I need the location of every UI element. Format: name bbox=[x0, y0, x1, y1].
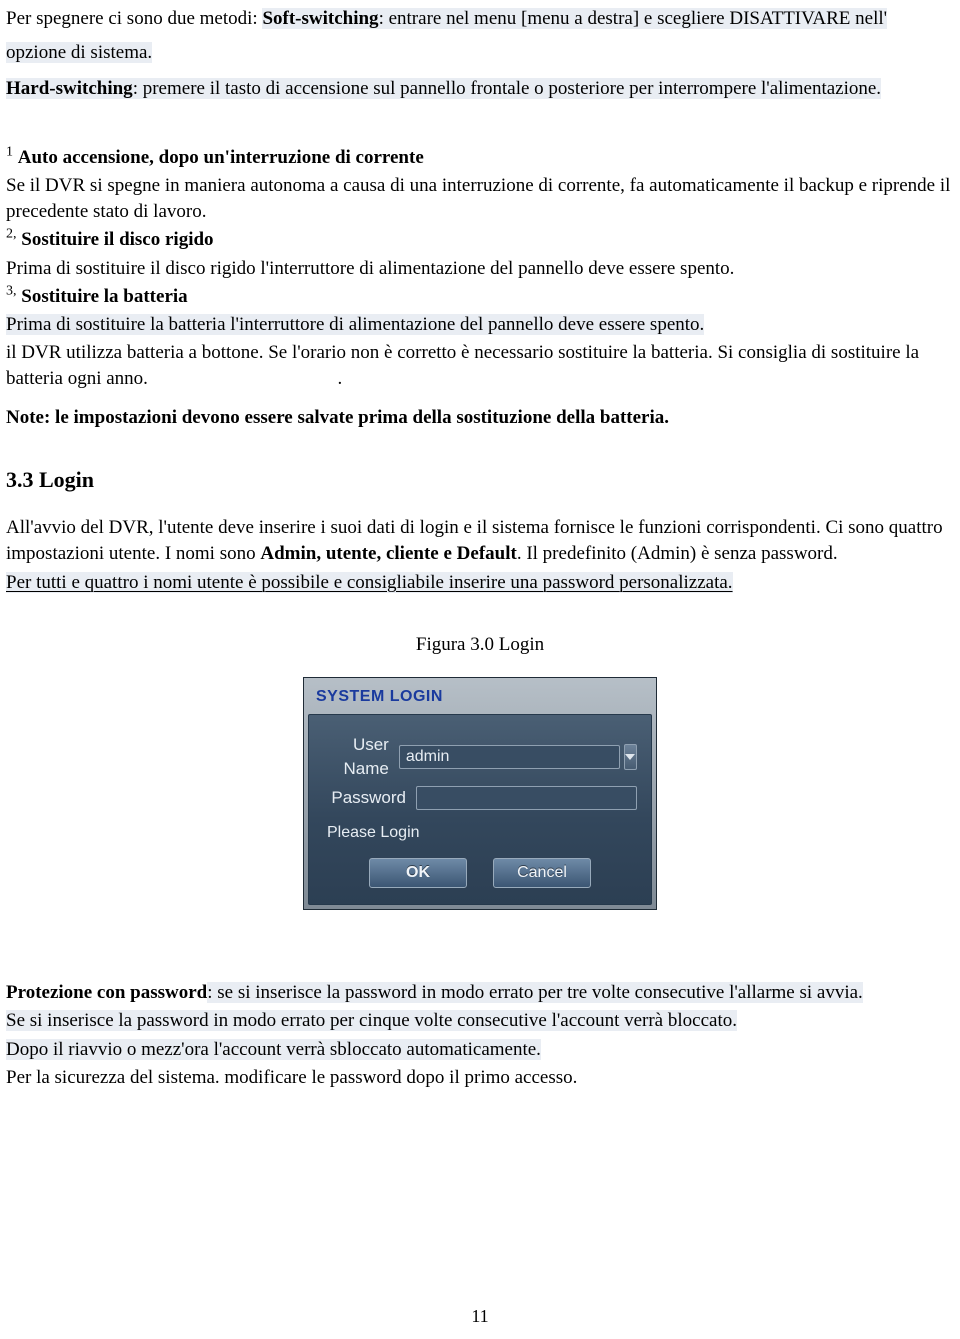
login-desc-text-2: . Il predefinito (Admin) è senza passwor… bbox=[517, 543, 838, 564]
chevron-down-icon bbox=[625, 754, 635, 760]
login-dialog-wrapper: SYSTEM LOGIN User Name Password Please L… bbox=[6, 677, 954, 910]
please-login-text: Please Login bbox=[323, 816, 637, 854]
item-3-body-a: Prima di sostituire la batteria l'interr… bbox=[6, 312, 954, 338]
shutdown-intro: Per spegnere ci sono due metodi: bbox=[6, 8, 262, 29]
password-protection-block: Protezione con password: se si inserisce… bbox=[6, 980, 954, 1091]
section-3-3-title: 3.3 Login bbox=[6, 465, 954, 495]
item-1-title: Auto accensione, dopo un'interruzione di… bbox=[18, 147, 424, 168]
hard-switching-text: : premere il tasto di accensione sul pan… bbox=[133, 78, 881, 99]
item-2: 2, Sostituire il disco rigido Prima di s… bbox=[6, 227, 954, 281]
protection-line-4: Per la sicurezza del sistema. modificare… bbox=[6, 1065, 954, 1091]
item-3-number: 3, bbox=[6, 283, 17, 298]
login-desc-names: Admin, utente, cliente e Default bbox=[260, 543, 516, 564]
password-label: Password bbox=[323, 786, 416, 809]
soft-switching-text-2: opzione di sistema. bbox=[6, 42, 152, 63]
login-desc-text-3: Per tutti e quattro i nomi utente è poss… bbox=[6, 572, 733, 593]
item-2-heading: 2, Sostituire il disco rigido bbox=[6, 227, 954, 253]
item-3-heading: 3, Sostituire la batteria bbox=[6, 284, 954, 310]
item-1: 1 Auto accensione, dopo un'interruzione … bbox=[6, 145, 954, 226]
item-1-heading: 1 Auto accensione, dopo un'interruzione … bbox=[6, 145, 954, 171]
login-description-2: Per tutti e quattro i nomi utente è poss… bbox=[6, 570, 954, 596]
login-dialog: SYSTEM LOGIN User Name Password Please L… bbox=[303, 677, 657, 910]
protection-sentence-1: : se si inserisce la password in modo er… bbox=[207, 982, 863, 1003]
username-label: User Name bbox=[323, 733, 399, 780]
username-input[interactable] bbox=[399, 745, 620, 769]
item-2-number: 2, bbox=[6, 227, 17, 242]
protection-sentence-3: Dopo il riavvio o mezz'ora l'account ver… bbox=[6, 1039, 541, 1060]
soft-switching-label: Soft-switching bbox=[262, 8, 378, 29]
username-row: User Name bbox=[323, 733, 637, 780]
username-dropdown-button[interactable] bbox=[624, 744, 637, 770]
login-dialog-title: SYSTEM LOGIN bbox=[308, 682, 652, 714]
protection-sentence-2: Se si inserisce la password in modo erra… bbox=[6, 1010, 737, 1031]
document-page: Per spegnere ci sono due metodi: Soft-sw… bbox=[0, 0, 960, 1339]
cancel-button[interactable]: Cancel bbox=[493, 858, 591, 888]
page-number: 11 bbox=[0, 1304, 960, 1329]
item-3-body-a-text: Prima di sostituire la batteria l'interr… bbox=[6, 314, 704, 335]
login-button-row: OK Cancel bbox=[323, 858, 637, 888]
figure-caption: Figura 3.0 Login bbox=[6, 632, 954, 658]
protection-line-1: Protezione con password: se si inserisce… bbox=[6, 980, 954, 1006]
shutdown-paragraph-1: Per spegnere ci sono due metodi: Soft-sw… bbox=[6, 6, 954, 32]
shutdown-paragraph-1b: opzione di sistema. bbox=[6, 40, 954, 66]
shutdown-paragraph-2: Hard-switching: premere il tasto di acce… bbox=[6, 76, 954, 102]
item-1-body: Se il DVR si spegne in maniera autonoma … bbox=[6, 173, 954, 225]
item-1-number: 1 bbox=[6, 144, 13, 159]
item-3-dot: . bbox=[337, 368, 342, 389]
password-input[interactable] bbox=[416, 786, 637, 810]
item-3-body-b: il DVR utilizza batteria a bottone. Se l… bbox=[6, 340, 954, 392]
item-3-title: Sostituire la batteria bbox=[21, 286, 187, 307]
item-3-body-b-text: il DVR utilizza batteria a bottone. Se l… bbox=[6, 342, 919, 389]
ok-button[interactable]: OK bbox=[369, 858, 467, 888]
item-3: 3, Sostituire la batteria Prima di sosti… bbox=[6, 284, 954, 393]
item-2-body: Prima di sostituire il disco rigido l'in… bbox=[6, 256, 954, 282]
hard-switching-label: Hard-switching bbox=[6, 78, 133, 99]
soft-switching-text-1: : entrare nel menu [menu a destra] e sce… bbox=[379, 8, 888, 29]
protection-label: Protezione con password bbox=[6, 982, 207, 1003]
note-line: Note: le impostazioni devono essere salv… bbox=[6, 405, 954, 431]
login-description-1: All'avvio del DVR, l'utente deve inserir… bbox=[6, 515, 954, 567]
item-2-title: Sostituire il disco rigido bbox=[21, 229, 213, 250]
login-dialog-body: User Name Password Please Login OK Can bbox=[308, 714, 652, 905]
password-row: Password bbox=[323, 786, 637, 810]
protection-line-2: Se si inserisce la password in modo erra… bbox=[6, 1008, 954, 1034]
protection-line-3: Dopo il riavvio o mezz'ora l'account ver… bbox=[6, 1037, 954, 1063]
